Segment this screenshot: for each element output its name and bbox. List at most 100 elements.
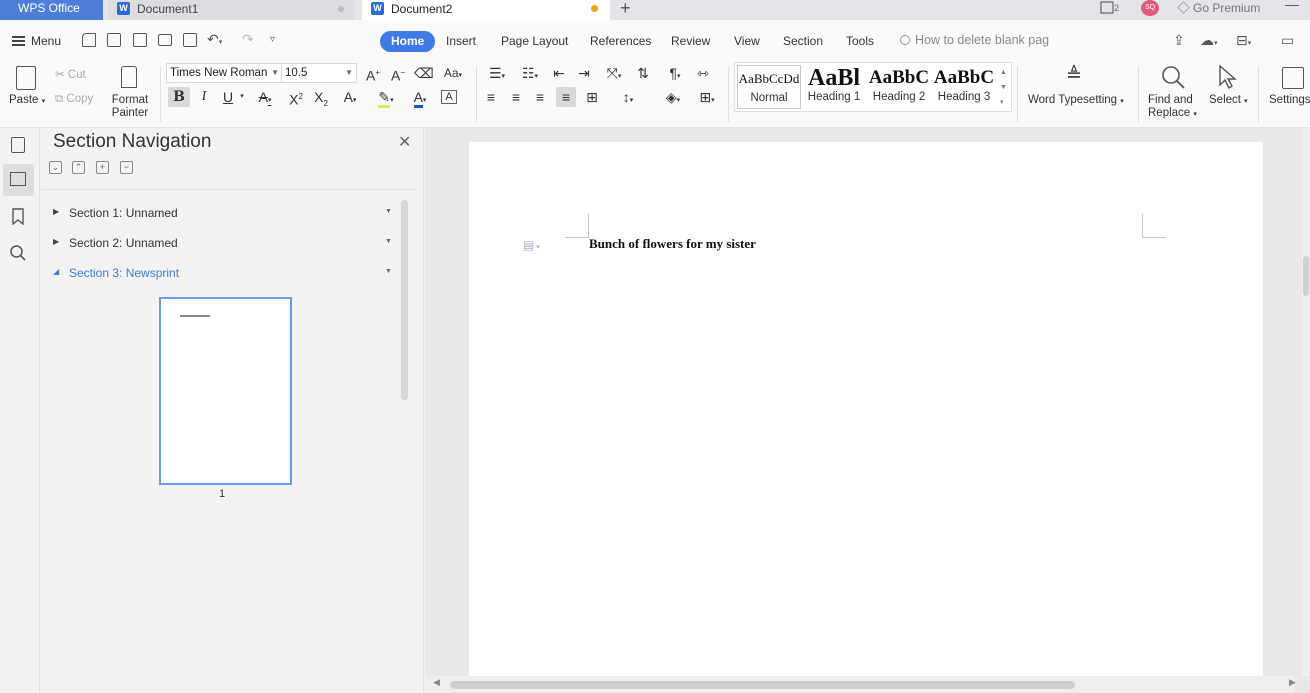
distributed-align-icon[interactable]: ⊞ (582, 87, 602, 107)
navigation-pane-icon[interactable] (11, 137, 25, 153)
main-menu-button[interactable]: Menu (12, 34, 61, 48)
remove-section-icon[interactable]: − (120, 161, 133, 174)
numbered-list-icon[interactable]: ☷▾ (517, 63, 543, 83)
style-normal[interactable]: AaBbCcDd Normal (737, 65, 801, 109)
style-heading-3[interactable]: AaBbC Heading 3 (932, 65, 996, 109)
chinese-layout-icon[interactable]: ⤧▾ (600, 63, 628, 83)
section-menu-icon[interactable]: ▼ (385, 208, 392, 215)
search-icon[interactable] (9, 244, 26, 261)
align-center-icon[interactable]: ≡ (507, 87, 525, 107)
highlight-color-icon[interactable]: ✎▾ (371, 87, 401, 108)
bullet-list-icon[interactable]: ☰▾ (484, 63, 510, 83)
style-heading-1[interactable]: AaBl Heading 1 (802, 65, 866, 109)
document-page[interactable]: ▤ ▾ Bunch of flowers for my sister (469, 142, 1263, 682)
tab-references[interactable]: References (590, 31, 651, 52)
select-button[interactable]: Select ▾ (1209, 94, 1248, 106)
borders-icon[interactable]: ⊞▾ (693, 87, 721, 107)
pane-scrollbar[interactable] (401, 200, 408, 400)
increase-font-size-icon[interactable]: A+ (363, 63, 383, 84)
change-case-icon[interactable]: Aa▾ (438, 63, 468, 83)
unsaved-indicator-dot[interactable] (591, 5, 598, 12)
document-tab-document2[interactable]: W Document2 (362, 0, 610, 20)
vertical-scroll-thumb[interactable] (1303, 256, 1309, 296)
expand-arrow-icon[interactable]: ▶ (53, 237, 59, 246)
section-item-2[interactable]: ▶ Section 2: Unnamed ▼ (53, 234, 393, 254)
character-border-icon[interactable]: A (441, 90, 457, 104)
undo-icon[interactable]: ↶▾ (207, 31, 222, 48)
shading-icon[interactable]: ◈▾ (658, 87, 688, 107)
print-preview-icon[interactable] (183, 33, 197, 47)
tab-section[interactable]: Section (783, 31, 823, 52)
minimize-window-button[interactable]: — (1285, 0, 1299, 12)
paste-button[interactable]: Paste ▾ (9, 94, 45, 106)
expand-arrow-icon[interactable]: ▶ (53, 207, 59, 216)
paste-clipboard-icon[interactable] (16, 66, 36, 90)
find-magnifier-icon[interactable] (1160, 64, 1186, 93)
styles-scroll-control[interactable]: ▲ ▼ ▾ (1000, 65, 1009, 110)
redo-icon[interactable]: ↷ (242, 31, 254, 48)
export-pdf-icon[interactable] (133, 33, 147, 47)
section-item-1[interactable]: ▶ Section 1: Unnamed ▼ (53, 204, 393, 224)
line-spacing-icon[interactable]: ↕▾ (613, 87, 643, 107)
vertical-scrollbar[interactable] (1302, 128, 1310, 676)
cloud-sync-icon[interactable]: ☁▾ (1200, 32, 1218, 49)
horizontal-scroll-thumb[interactable] (450, 681, 1075, 689)
customize-toolbar-icon[interactable]: ▿ (270, 34, 275, 45)
expand-up-icon[interactable]: ⌃ (72, 161, 85, 174)
tab-review[interactable]: Review (671, 31, 710, 52)
underline-dropdown-icon[interactable]: ▾ (237, 87, 247, 107)
tab-close-dot[interactable] (338, 6, 344, 12)
subscript-icon[interactable]: X2 (311, 87, 331, 108)
expand-gallery-icon[interactable]: ▾ (1000, 95, 1009, 110)
cut-button[interactable]: ✂ Cut (55, 67, 86, 81)
settings-wrench-icon[interactable] (1282, 67, 1304, 89)
section-menu-icon[interactable]: ▼ (385, 238, 392, 245)
tab-insert[interactable]: Insert (446, 31, 476, 52)
collapse-arrow-icon[interactable]: ◢ (53, 267, 59, 276)
decrease-indent-icon[interactable]: ⇤ (550, 63, 568, 83)
document-tab-document1[interactable]: W Document1 (108, 0, 354, 20)
show-paragraph-marks-icon[interactable]: ¶▾ (661, 63, 689, 83)
go-premium-button[interactable]: Go Premium (1177, 1, 1260, 15)
save-icon[interactable] (107, 33, 121, 47)
window-layout-icon[interactable]: 2 (1100, 1, 1120, 18)
justify-icon[interactable]: ≡ (556, 87, 576, 107)
style-heading-2[interactable]: AaBbC Heading 2 (867, 65, 931, 109)
scroll-right-icon[interactable]: ▶ (1289, 677, 1296, 688)
command-search-box[interactable]: How to delete blank pag (900, 33, 1049, 47)
tab-tools[interactable]: Tools (846, 31, 874, 52)
decrease-font-size-icon[interactable]: A− (388, 63, 408, 84)
chevron-up-icon[interactable]: ▲ (1000, 65, 1009, 80)
italic-button[interactable]: I (196, 87, 212, 107)
font-name-select[interactable]: Times New Roman ▼ (166, 63, 282, 83)
copy-button[interactable]: ⧉ Copy (55, 93, 93, 106)
tab-home[interactable]: Home (380, 31, 436, 52)
chevron-down-icon[interactable]: ▼ (1000, 80, 1009, 95)
align-left-icon[interactable]: ≡ (482, 87, 500, 107)
share-icon[interactable]: ⇪ (1173, 32, 1185, 49)
word-typesetting-icon[interactable]: ≜ (1066, 64, 1082, 87)
find-and-replace-button[interactable]: Find and Replace ▾ (1148, 94, 1197, 121)
bookmark-icon[interactable] (11, 208, 28, 226)
font-size-select[interactable]: 10.5 ▼ (281, 63, 357, 83)
scroll-left-icon[interactable]: ◀ (433, 677, 440, 688)
comment-icon[interactable]: ▭ (1281, 32, 1294, 49)
section-menu-icon[interactable]: ▼ (385, 268, 392, 275)
open-folder-icon[interactable] (82, 33, 96, 47)
collapse-all-icon[interactable]: ⌄ (49, 161, 62, 174)
user-avatar[interactable]: SQ (1141, 0, 1159, 16)
clear-formatting-icon[interactable]: ⌫ (414, 63, 434, 83)
print-icon[interactable] (158, 34, 172, 46)
format-painter-brush-icon[interactable] (121, 66, 137, 88)
tab-page-layout[interactable]: Page Layout (501, 31, 568, 52)
document-text[interactable]: Bunch of flowers for my sister (589, 236, 756, 252)
new-tab-button[interactable]: + (620, 0, 631, 18)
font-color-icon[interactable]: A▾ (406, 87, 434, 108)
increase-indent-icon[interactable]: ⇥ (575, 63, 593, 83)
select-cursor-icon[interactable] (1217, 64, 1239, 93)
format-painter-button[interactable]: Format Painter (111, 94, 149, 120)
sort-icon[interactable]: ⇅ (634, 63, 652, 83)
underline-button[interactable]: U (220, 87, 236, 107)
horizontal-scrollbar[interactable]: ◀ ▶ (425, 676, 1296, 693)
text-effects-icon[interactable]: A▾ (338, 87, 362, 107)
